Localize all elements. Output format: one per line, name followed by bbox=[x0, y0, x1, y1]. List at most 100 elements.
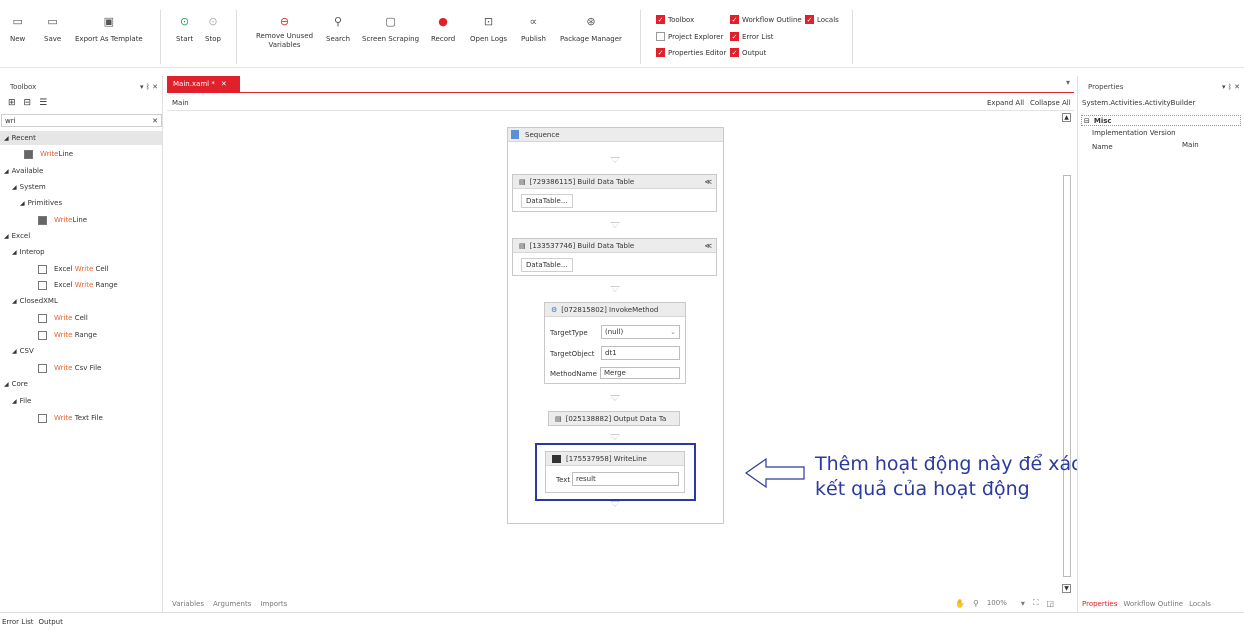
remove-unused-label: Remove Unused bbox=[256, 32, 314, 40]
target-type-label: TargetType bbox=[550, 329, 588, 337]
toolbox-item-excel-write-cell[interactable]: Excel Write Cell bbox=[38, 263, 109, 275]
publish-button[interactable]: ∝ Publish bbox=[521, 14, 546, 44]
close-tab-icon[interactable]: ✕ bbox=[221, 80, 227, 88]
list-icon[interactable]: ☰ bbox=[39, 98, 47, 108]
excel-write-range-icon bbox=[38, 280, 47, 290]
collapse-chevron-icon[interactable]: ≪ bbox=[705, 242, 712, 250]
search-button[interactable]: ⚲ Search bbox=[326, 14, 350, 44]
zoom-level[interactable]: 100% bbox=[987, 599, 1007, 607]
scroll-down-button[interactable]: ▼ bbox=[1062, 584, 1071, 593]
check-icon: ✓ bbox=[730, 48, 739, 57]
output-data-table-activity[interactable]: ▤ [025138882] Output Data Ta bbox=[548, 411, 680, 426]
zoom-dropdown-icon[interactable]: ▾ bbox=[1021, 599, 1025, 608]
tab-properties[interactable]: Properties bbox=[1082, 600, 1117, 608]
designer-footer-tabs: Variables Arguments Imports bbox=[172, 600, 287, 608]
new-button[interactable]: ▭ New bbox=[10, 14, 25, 44]
tree-recent[interactable]: ◢ Recent bbox=[4, 132, 36, 144]
tab-variables[interactable]: Variables bbox=[172, 600, 204, 608]
target-object-input[interactable]: dt1 bbox=[601, 346, 680, 360]
workflow-outline-checkbox[interactable]: ✓ Workflow Outline bbox=[730, 15, 802, 24]
properties-editor-checkbox[interactable]: ✓ Properties Editor bbox=[656, 48, 726, 57]
tree-primitives[interactable]: ◢ Primitives bbox=[20, 197, 62, 209]
expand-all-link[interactable]: Expand All bbox=[987, 99, 1024, 107]
datatable-button[interactable]: DataTable... bbox=[521, 258, 573, 272]
toolbox-item-write-cell[interactable]: Write Cell bbox=[38, 312, 88, 324]
stop-button[interactable]: ⊙ Stop bbox=[205, 14, 221, 44]
toolbox-item-writeline[interactable]: Write Line bbox=[38, 214, 87, 226]
tree-closedxml[interactable]: ◢ ClosedXML bbox=[12, 295, 58, 307]
panel-controls[interactable]: ▾ ᛒ ✕ bbox=[1222, 83, 1240, 91]
build-data-table-activity-2[interactable]: ▤ [133537746] Build Data Table ≪ DataTab… bbox=[512, 238, 717, 276]
export-template-button[interactable]: ▣ Export As Template bbox=[75, 14, 143, 44]
output-checkbox[interactable]: ✓ Output bbox=[730, 48, 766, 57]
tab-workflow-outline[interactable]: Workflow Outline bbox=[1123, 600, 1183, 608]
zoom-search-icon[interactable]: ⚲ bbox=[973, 599, 979, 608]
misc-category[interactable]: ⊟ Misc bbox=[1081, 115, 1241, 126]
start-button[interactable]: ⊙ Start bbox=[176, 14, 193, 44]
screen-scraping-button[interactable]: ▢ Screen Scraping bbox=[362, 14, 419, 44]
scroll-up-button[interactable]: ▲ bbox=[1062, 113, 1071, 122]
toolbox-item-writeline-recent[interactable]: Write Line bbox=[24, 148, 73, 160]
tree-excel[interactable]: ◢ Excel bbox=[4, 230, 30, 242]
record-icon: ● bbox=[438, 14, 448, 28]
search-icon: ⚲ bbox=[334, 14, 343, 28]
check-icon: ✓ bbox=[656, 48, 665, 57]
sequence-title: Sequence bbox=[525, 130, 560, 139]
invoke-method-icon: ⚙ bbox=[551, 305, 558, 314]
studio-window: ▭ New ▭ Save ▣ Export As Template ⊙ Star… bbox=[0, 0, 1244, 631]
open-logs-button[interactable]: ⊡ Open Logs bbox=[470, 14, 507, 44]
package-manager-button[interactable]: ⊛ Package Manager bbox=[560, 14, 622, 44]
ribbon-separator bbox=[640, 10, 641, 64]
writeline-activity[interactable]: [175537958] WriteLine Text result bbox=[545, 451, 685, 493]
vertical-scrollbar-thumb[interactable] bbox=[1063, 175, 1071, 577]
locals-checkbox[interactable]: ✓ Locals bbox=[805, 15, 839, 24]
target-type-select[interactable]: (null) ⌄ bbox=[601, 325, 680, 339]
overview-icon[interactable]: ◲ bbox=[1046, 599, 1054, 608]
toolbox-search-input[interactable]: wri ✕ bbox=[1, 114, 162, 127]
tab-imports[interactable]: Imports bbox=[260, 600, 287, 608]
toolbox-item-write-range[interactable]: Write Range bbox=[38, 329, 97, 341]
tab-error-list[interactable]: Error List bbox=[2, 618, 34, 626]
toolbox-item-excel-write-range[interactable]: Excel Write Range bbox=[38, 279, 118, 291]
panel-controls[interactable]: ▾ ᛒ ✕ bbox=[140, 83, 158, 91]
package-manager-icon: ⊛ bbox=[586, 14, 596, 28]
error-list-checkbox[interactable]: ✓ Error List bbox=[730, 32, 774, 41]
output-data-table-icon: ▤ bbox=[555, 414, 562, 423]
writeline-icon bbox=[552, 454, 561, 463]
toolbox-checkbox[interactable]: ✓ Toolbox bbox=[656, 15, 694, 24]
tree-interop[interactable]: ◢ Interop bbox=[12, 246, 45, 258]
clear-search-icon[interactable]: ✕ bbox=[152, 117, 158, 125]
collapse-all-icon[interactable]: ⊟ bbox=[24, 98, 32, 108]
tab-main-xaml[interactable]: Main.xaml * ✕ bbox=[167, 76, 240, 92]
save-button[interactable]: ▭ Save bbox=[44, 14, 61, 44]
method-name-label: MethodName bbox=[550, 370, 597, 378]
tab-locals[interactable]: Locals bbox=[1189, 600, 1211, 608]
write-range-icon bbox=[38, 330, 47, 340]
collapse-chevron-icon[interactable]: ≪ bbox=[705, 178, 712, 186]
record-button[interactable]: ● Record bbox=[431, 14, 455, 44]
project-explorer-checkbox[interactable]: Project Explorer bbox=[656, 32, 723, 41]
toolbox-item-write-text-file[interactable]: Write Text File bbox=[38, 412, 103, 424]
toolbox-item-write-csv[interactable]: Write Csv File bbox=[38, 362, 101, 374]
expand-all-icon[interactable]: ⊞ bbox=[8, 98, 16, 108]
datatable-button[interactable]: DataTable... bbox=[521, 194, 573, 208]
text-input[interactable]: result bbox=[572, 472, 679, 486]
invoke-method-activity[interactable]: ⚙ [072815802] InvokeMethod TargetType (n… bbox=[544, 302, 686, 384]
collapse-all-link[interactable]: Collapse All bbox=[1030, 99, 1071, 107]
breadcrumb[interactable]: Main bbox=[172, 99, 189, 107]
text-label: Text bbox=[556, 476, 571, 484]
tab-output[interactable]: Output bbox=[39, 618, 63, 626]
pan-hand-icon[interactable]: ✋ bbox=[955, 599, 965, 608]
tab-arguments[interactable]: Arguments bbox=[213, 600, 251, 608]
remove-unused-variables-button[interactable]: ⊖ Remove Unused Variables bbox=[256, 14, 313, 50]
method-name-input[interactable]: Merge bbox=[600, 367, 680, 379]
tree-file[interactable]: ◢ File bbox=[12, 395, 31, 407]
tree-csv[interactable]: ◢ CSV bbox=[12, 345, 34, 357]
tree-available[interactable]: ◢ Available bbox=[4, 165, 43, 177]
build-data-table-activity-1[interactable]: ▤ [729386115] Build Data Table ≪ DataTab… bbox=[512, 174, 717, 212]
tree-core[interactable]: ◢ Core bbox=[4, 378, 28, 390]
tab-dropdown-icon[interactable]: ▾ bbox=[1066, 78, 1070, 87]
fit-to-screen-icon[interactable]: ⛶ bbox=[1033, 598, 1039, 608]
name-value-field[interactable]: Main bbox=[1182, 141, 1199, 149]
tree-system[interactable]: ◢ System bbox=[12, 181, 46, 193]
